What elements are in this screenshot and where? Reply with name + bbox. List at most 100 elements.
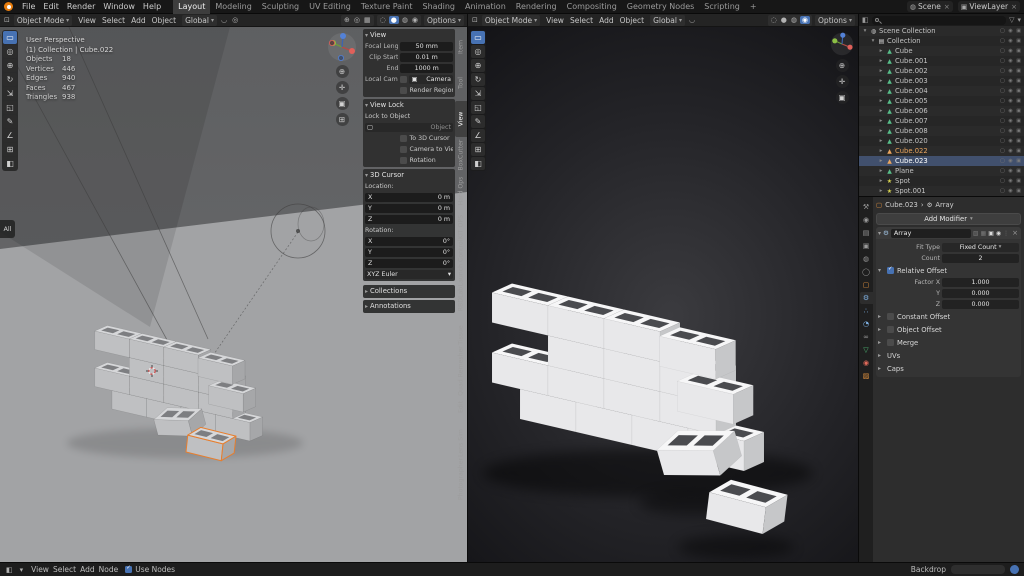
chevron-down-icon[interactable]: ▾ — [1017, 16, 1021, 24]
material-preview-icon[interactable]: ◍ — [401, 16, 409, 24]
measure-tool[interactable]: ∠ — [3, 129, 17, 142]
visibility-toggles[interactable] — [1000, 28, 1022, 34]
workspace-tab[interactable]: Sculpting — [257, 0, 304, 14]
workspace-tab[interactable]: Rendering — [511, 0, 562, 14]
outliner-row[interactable]: ▾ ▤ Collection — [859, 36, 1024, 46]
focal-length-field[interactable]: 50 mm — [400, 42, 453, 51]
viewport-menu-item[interactable]: Select — [99, 16, 128, 25]
topbar-menu-item[interactable]: File — [18, 2, 39, 11]
viewport-menu-item[interactable]: Add — [596, 16, 617, 25]
subsection-checkbox[interactable] — [887, 326, 894, 333]
rotation-field[interactable]: X0° — [365, 237, 453, 246]
visibility-toggles[interactable] — [1000, 88, 1022, 94]
workspace-tab[interactable]: Geometry Nodes — [622, 0, 699, 14]
lock-checkbox[interactable] — [400, 135, 407, 142]
expand-caret-icon[interactable]: ▸ — [878, 158, 884, 164]
transform-tool[interactable]: ◱ — [3, 101, 17, 114]
workspace-tab[interactable]: Layout — [173, 0, 210, 14]
sidebar-category-tab[interactable]: Launch Control — [455, 245, 467, 281]
view-lock-header[interactable]: ▾ View Lock — [365, 100, 453, 110]
fit-type-dropdown[interactable]: Fixed Count ▾ — [942, 243, 1019, 252]
visibility-toggles[interactable] — [1000, 148, 1022, 154]
sidebar-category-tab[interactable]: Item — [455, 29, 467, 65]
viewport-3d-scene-rendered[interactable] — [468, 27, 858, 562]
tool-tab[interactable]: ⚒ — [860, 201, 873, 213]
outliner-row[interactable]: ▸ ▲ Cube.001 — [859, 56, 1024, 66]
bottom-menu-item[interactable]: Add — [78, 565, 97, 574]
visibility-toggles[interactable] — [1000, 188, 1022, 194]
chevron-down-icon[interactable]: ▾ — [19, 566, 25, 574]
render-tab[interactable]: ◉ — [860, 214, 873, 226]
breadcrumb-modifier[interactable]: Array — [935, 201, 953, 209]
outliner-row[interactable]: ▾ ◍ Scene Collection — [859, 26, 1024, 36]
visibility-toggles[interactable] — [1000, 48, 1022, 54]
view-layer-selector[interactable]: ▣ ViewLayer × — [958, 1, 1020, 12]
viewport-menu-item[interactable]: View — [543, 16, 567, 25]
move-tool[interactable]: ⊕ — [3, 59, 17, 72]
lock-object-field[interactable]: ▢ Object — [365, 123, 453, 132]
texture-tab[interactable]: ▨ — [860, 370, 873, 382]
object-tab[interactable]: ▢ — [860, 279, 873, 291]
world-tab[interactable]: ◯ — [860, 266, 873, 278]
workspace-tab[interactable]: Compositing — [562, 0, 622, 14]
rotate-tool[interactable]: ↻ — [3, 73, 17, 86]
visibility-toggles[interactable] — [1000, 158, 1022, 164]
expand-caret-icon[interactable]: ▸ — [878, 88, 884, 94]
sidebar-category-tab[interactable]: View — [455, 101, 467, 137]
sidebar-category-tab[interactable]: BoxCutter — [455, 137, 467, 173]
orientation-dropdown[interactable]: Global ▾ — [650, 15, 685, 26]
sidebar-category-tab[interactable]: Hard Ops — [455, 173, 467, 209]
rendered-shading-icon[interactable]: ◉ — [800, 16, 810, 24]
solid-shading-icon[interactable]: ● — [780, 16, 788, 24]
topbar-menu-item[interactable]: Edit — [39, 2, 63, 11]
factor-field[interactable]: 0.000 — [942, 289, 1019, 298]
viewport-menu-item[interactable]: Select — [567, 16, 596, 25]
use-nodes-toggle[interactable]: Use Nodes — [125, 565, 175, 574]
scale-tool[interactable]: ⇲ — [471, 87, 485, 100]
viewport-menu-item[interactable]: Add — [128, 16, 149, 25]
modifier-subsection-toggle[interactable]: ▸ Object Offset — [878, 324, 1019, 335]
topbar-menu-item[interactable]: Help — [139, 2, 165, 11]
outliner-row[interactable]: ▸ ▲ Cube.007 — [859, 116, 1024, 126]
local-camera-checkbox[interactable] — [400, 76, 407, 83]
editor-type-icon[interactable]: ⊡ — [471, 16, 479, 24]
workspace-tab[interactable]: Scripting — [699, 0, 745, 14]
visibility-toggles[interactable] — [1000, 58, 1022, 64]
view-panel-header[interactable]: ▾ View — [365, 30, 453, 40]
outliner-row[interactable]: ▸ ▲ Cube.002 — [859, 66, 1024, 76]
add-cube-tool[interactable]: ⊞ — [471, 143, 485, 156]
lock-checkbox[interactable] — [400, 157, 407, 164]
scene-selector[interactable]: ◍ Scene × — [907, 1, 953, 12]
outliner-row[interactable]: ▸ ▲ Cube.022 — [859, 146, 1024, 156]
material-tab[interactable]: ◉ — [860, 357, 873, 369]
node-editor-icon[interactable]: ◧ — [5, 566, 14, 574]
cursor-panel-header[interactable]: ▾ 3D Cursor — [365, 170, 453, 180]
rotation-field[interactable]: Z0° — [365, 259, 453, 268]
pan-hand-icon[interactable]: ✛ — [336, 81, 349, 94]
subsection-checkbox[interactable] — [887, 313, 894, 320]
expand-caret-icon[interactable]: ▸ — [878, 118, 884, 124]
outliner-row[interactable]: ▸ ▲ Cube.006 — [859, 106, 1024, 116]
location-field[interactable]: Z0 m — [365, 215, 453, 224]
select-box-tool[interactable]: ▭ — [3, 31, 17, 44]
expand-caret-icon[interactable]: ▸ — [878, 68, 884, 74]
annotate-tool[interactable]: ✎ — [3, 115, 17, 128]
local-camera-field[interactable]: ▣ Camera — [409, 75, 453, 84]
output-tab[interactable]: ▤ — [860, 227, 873, 239]
sidebar-category-tab[interactable]: Photographer — [455, 461, 467, 497]
grip-icon[interactable]: ⋮ — [1003, 230, 1009, 237]
perspective-toggle-icon[interactable]: ⊞ — [336, 113, 349, 126]
expand-caret-icon[interactable]: ▸ — [878, 58, 884, 64]
axis-gizmo[interactable] — [327, 32, 357, 62]
modifier-header[interactable]: ▾ ⚙ Array ▧▦▣◉ ⋮ × — [876, 227, 1021, 239]
editor-type-icon[interactable]: ⊡ — [3, 16, 11, 24]
outliner-row[interactable]: ▸ ▲ Cube.023 — [859, 156, 1024, 166]
topbar-menu-item[interactable]: Render — [63, 2, 99, 11]
add-modifier-button[interactable]: Add Modifier ▾ — [876, 213, 1021, 225]
asset-shelf-tab[interactable]: All — [0, 220, 15, 238]
visibility-toggles[interactable] — [1000, 118, 1022, 124]
visibility-toggles[interactable] — [1000, 138, 1022, 144]
visibility-toggles[interactable] — [1000, 178, 1022, 184]
visibility-toggles[interactable] — [1000, 108, 1022, 114]
constraints-tab[interactable]: ∞ — [860, 331, 873, 343]
